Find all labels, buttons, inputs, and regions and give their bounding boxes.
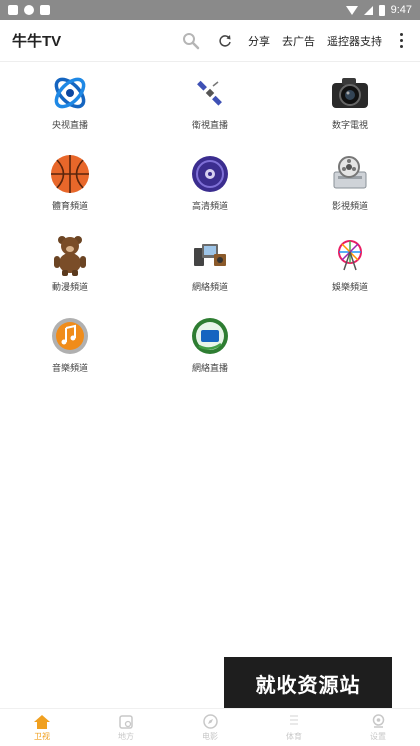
nav-label: 卫视 xyxy=(34,731,50,741)
battery-icon xyxy=(378,4,385,16)
film-reel-icon xyxy=(329,153,371,195)
channel-label: 央视直播 xyxy=(51,120,88,130)
camera-icon xyxy=(329,72,371,114)
refresh-icon[interactable] xyxy=(214,30,236,52)
channel-tile-hd[interactable]: 高清頻道 xyxy=(140,153,280,212)
notification-icon xyxy=(24,5,34,15)
cartoon-bear-icon xyxy=(49,234,91,276)
basketball-icon xyxy=(49,153,91,195)
channel-tile-anime[interactable]: 動漫頻道 xyxy=(0,234,140,293)
sport-icon xyxy=(285,714,303,730)
channel-tile-movies[interactable]: 影視頻道 xyxy=(280,153,420,212)
channel-tile-digital-tv[interactable]: 数字電視 xyxy=(280,72,420,131)
signal-icon xyxy=(363,5,373,15)
toolbar-actions: 分享 去广告 遥控器支持 xyxy=(180,30,408,52)
nav-item-sports[interactable]: 体育 xyxy=(252,709,336,746)
status-system: 9:47 xyxy=(345,4,412,16)
channel-label: 網絡直播 xyxy=(191,363,228,373)
nav-label: 体育 xyxy=(286,731,302,741)
channel-label: 體育頻道 xyxy=(51,201,88,211)
status-notifications xyxy=(8,5,50,15)
remote-support-button[interactable]: 遥控器支持 xyxy=(327,33,382,49)
nav-label: 设置 xyxy=(370,731,386,741)
nav-label: 地方 xyxy=(118,731,134,741)
channel-label: 数字電視 xyxy=(331,120,368,130)
nav-item-satellite[interactable]: 卫视 xyxy=(0,709,84,746)
cctv-logo-icon xyxy=(49,72,91,114)
search-icon[interactable] xyxy=(180,30,202,52)
more-options-icon[interactable] xyxy=(394,33,408,48)
satellite-icon xyxy=(189,72,231,114)
nav-item-local[interactable]: 地方 xyxy=(84,709,168,746)
ferris-wheel-icon xyxy=(329,234,371,276)
local-icon xyxy=(117,714,135,730)
watermark-banner: 就收资源站 xyxy=(224,657,392,709)
share-button[interactable]: 分享 xyxy=(248,33,270,49)
channel-tile-satellite[interactable]: 衛視直播 xyxy=(140,72,280,131)
bottom-nav: 卫视 地方 电影 体育 设置 xyxy=(0,708,420,746)
notification-icon xyxy=(40,5,50,15)
channel-tile-network[interactable]: 網絡頻道 xyxy=(140,234,280,293)
live-tv-icon xyxy=(189,315,231,357)
disc-icon xyxy=(189,153,231,195)
channel-label: 衛視直播 xyxy=(191,120,228,130)
channel-label: 影視頻道 xyxy=(331,201,368,211)
app-toolbar: 牛牛TV 分享 去广告 遥控器支持 xyxy=(0,20,420,62)
home-icon xyxy=(33,714,51,730)
channel-label: 動漫頻道 xyxy=(51,282,88,292)
compass-icon xyxy=(201,714,219,730)
status-bar: 9:47 xyxy=(0,0,420,20)
app-title: 牛牛TV xyxy=(12,33,62,50)
channel-label: 網絡頻道 xyxy=(191,282,228,292)
music-disc-icon xyxy=(49,315,91,357)
channel-tile-cctv[interactable]: 央视直播 xyxy=(0,72,140,131)
settings-icon xyxy=(369,714,387,730)
channel-label: 高清頻道 xyxy=(191,201,228,211)
channel-label: 娛樂頻道 xyxy=(331,282,368,292)
nav-item-settings[interactable]: 设置 xyxy=(336,709,420,746)
notification-icon xyxy=(8,5,18,15)
nav-item-movies[interactable]: 电影 xyxy=(168,709,252,746)
channel-grid: 央视直播 衛視直播 数字電視 體育頻道 高清頻道 影視頻道 動漫頻道 網絡頻道 … xyxy=(0,72,420,374)
channel-tile-live[interactable]: 網絡直播 xyxy=(140,315,280,374)
channel-tile-sports[interactable]: 體育頻道 xyxy=(0,153,140,212)
media-devices-icon xyxy=(189,234,231,276)
wifi-icon xyxy=(345,5,358,15)
channel-tile-entertainment[interactable]: 娛樂頻道 xyxy=(280,234,420,293)
remove-ads-button[interactable]: 去广告 xyxy=(282,33,315,49)
nav-label: 电影 xyxy=(202,731,218,741)
channel-tile-music[interactable]: 音樂頻道 xyxy=(0,315,140,374)
channel-label: 音樂頻道 xyxy=(51,363,88,373)
status-time: 9:47 xyxy=(390,4,412,16)
